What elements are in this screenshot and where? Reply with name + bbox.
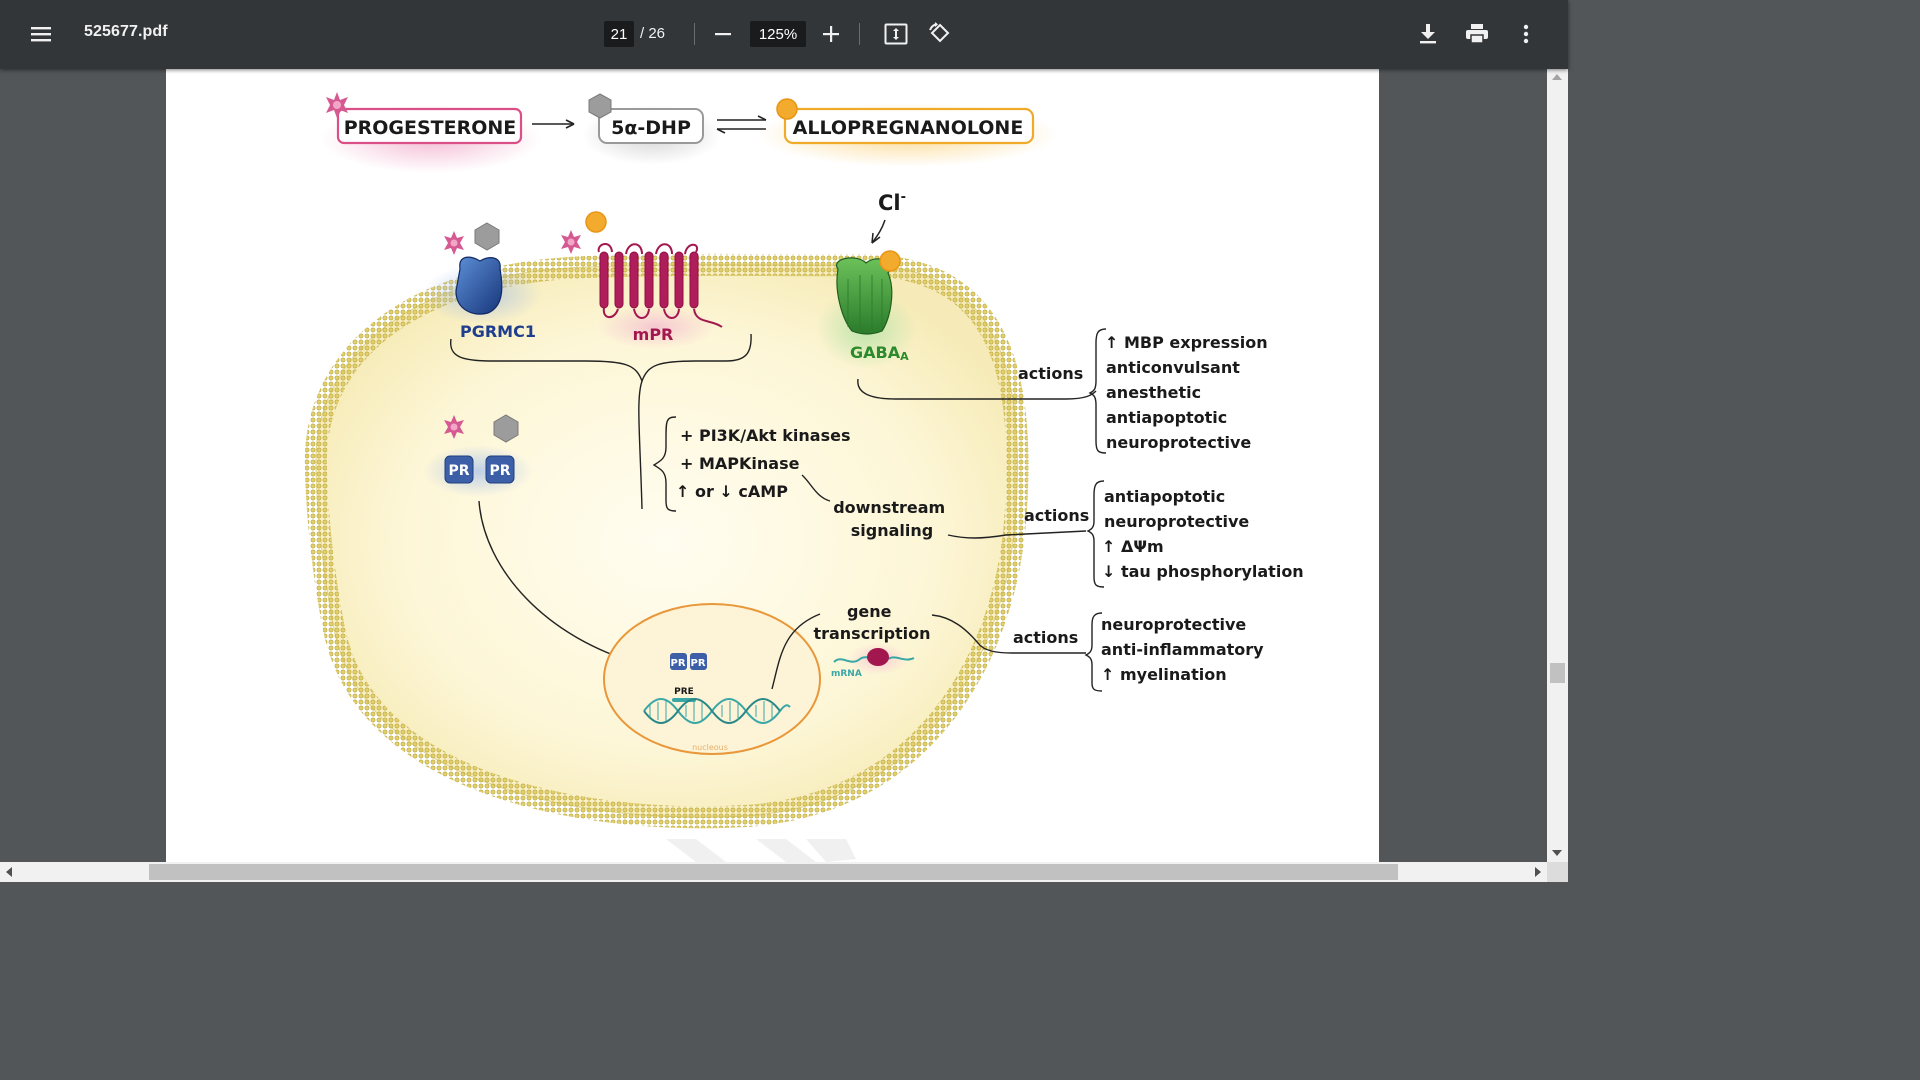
- nucleus: PR PR PRE nucleous: [603, 603, 821, 755]
- nucleus-membrane: [603, 603, 821, 755]
- allopregnanolone-label: ALLOPREGNANOLONE: [793, 117, 1024, 139]
- pdf-toolbar: 525677.pdf 21 / 26 125%: [0, 0, 1568, 69]
- allopregnanolone-circle-icon: [585, 211, 607, 233]
- actions-label: actions: [1013, 628, 1078, 647]
- pre-label: PRE: [674, 687, 694, 697]
- mrna-label: mRNA: [831, 669, 862, 679]
- allopregnanolone-circle-icon: [776, 98, 798, 120]
- more-vertical-icon: [1523, 24, 1529, 44]
- actions-gaba-brace: [1088, 328, 1107, 454]
- progesterone-label: PROGESTERONE: [344, 117, 517, 139]
- mpr-label: mPR: [633, 325, 674, 344]
- vertical-scroll-thumb[interactable]: [1550, 663, 1565, 683]
- zoom-out-button[interactable]: [708, 19, 738, 49]
- rotate-counterclockwise-icon: [929, 22, 950, 43]
- pgrmc1-protein: [455, 256, 503, 315]
- page-number-input[interactable]: 21: [604, 21, 634, 47]
- actions-transcription-list: neuroprotective anti-inflammatory ↑ myel…: [1101, 615, 1269, 684]
- download-button[interactable]: [1412, 18, 1444, 50]
- fit-to-page-icon: [884, 23, 908, 45]
- horizontal-scrollbar[interactable]: [0, 862, 1547, 882]
- print-icon: [1466, 24, 1488, 44]
- steroid-pathway: PROGESTERONE 5α-DHP ALLOPREGNANOLONE: [321, 92, 1058, 173]
- progesterone-signaling-diagram: PROGESTERONE 5α-DHP ALLOPREGNANOLONE PGR…: [304, 92, 1304, 862]
- pgrmc1-label: PGRMC1: [460, 322, 536, 341]
- print-button[interactable]: [1461, 18, 1493, 50]
- dhp-label: 5α-DHP: [611, 117, 691, 139]
- nucleus-pr-label: PR: [690, 658, 705, 669]
- toolbar-divider: [694, 23, 695, 45]
- zoom-level-input[interactable]: 125%: [750, 21, 806, 47]
- rotate-button[interactable]: [924, 18, 956, 50]
- chloride-label: Cl-: [878, 190, 906, 215]
- pdf-page: PROGESTERONE 5α-DHP ALLOPREGNANOLONE PGR…: [166, 69, 1379, 862]
- horizontal-scroll-thumb[interactable]: [149, 864, 1398, 880]
- plus-icon: [823, 26, 839, 42]
- more-options-button[interactable]: [1510, 18, 1542, 50]
- scroll-right-arrow-icon[interactable]: [1535, 867, 1541, 877]
- scroll-down-arrow-icon[interactable]: [1552, 850, 1562, 856]
- actions-label: actions: [1024, 506, 1089, 525]
- actions-signaling-list: antiapoptotic neuroprotective ↑ ΔΨm ↓ ta…: [1102, 487, 1304, 581]
- progesterone-star-icon: [561, 230, 581, 254]
- page-total: / 26: [640, 25, 666, 42]
- nucleus-pr-label: PR: [670, 658, 685, 669]
- document-title: 525677.pdf: [84, 23, 168, 40]
- hamburger-menu-icon[interactable]: [22, 17, 60, 51]
- scroll-up-arrow-icon[interactable]: [1552, 74, 1562, 80]
- actions-transcription-brace: [1084, 612, 1103, 692]
- download-icon: [1420, 24, 1436, 44]
- vertical-scrollbar[interactable]: [1547, 69, 1568, 862]
- document-viewer[interactable]: PROGESTERONE 5α-DHP ALLOPREGNANOLONE PGR…: [0, 69, 1568, 882]
- pr-label: PR: [489, 463, 510, 479]
- dhp-hexagon-icon: [474, 222, 500, 251]
- allopregnanolone-circle-icon: [879, 250, 901, 272]
- zoom-in-button[interactable]: [816, 19, 846, 49]
- actions-gaba-list: ↑ MBP expression anticonvulsant anesthet…: [1105, 333, 1273, 452]
- progesterone-star-icon: [444, 231, 464, 255]
- scrollbar-corner: [1547, 862, 1568, 882]
- watermark-shapes: [666, 839, 856, 862]
- scroll-left-arrow-icon[interactable]: [6, 867, 12, 877]
- minus-icon: [715, 33, 731, 36]
- nucleus-label: nucleous: [692, 743, 728, 752]
- actions-label: actions: [1018, 364, 1083, 383]
- pr-label: PR: [448, 463, 469, 479]
- toolbar-divider: [859, 23, 860, 45]
- fit-to-page-button[interactable]: [880, 18, 912, 50]
